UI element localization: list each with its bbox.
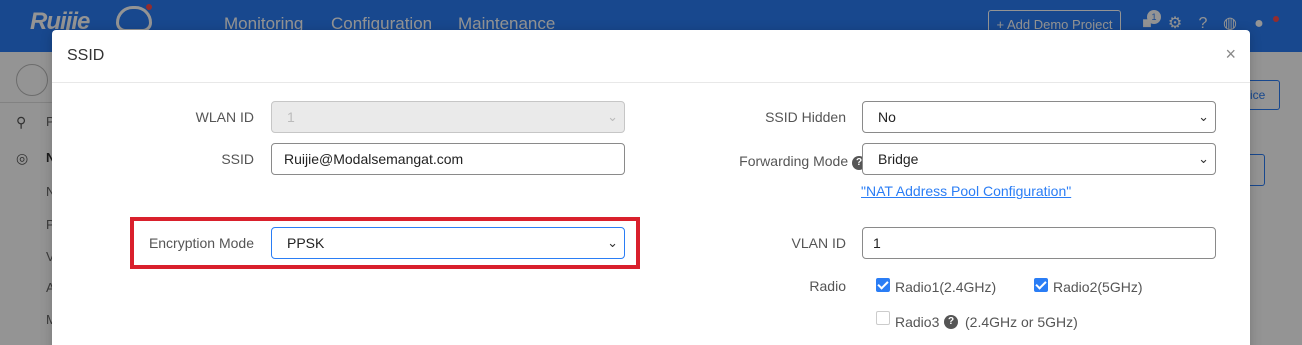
radio3-note: (2.4GHz or 5GHz) xyxy=(965,314,1078,330)
radio1-label: Radio1(2.4GHz) xyxy=(895,279,997,295)
ssid-input[interactable]: Ruijie@Modalsemangat.com xyxy=(271,143,625,175)
ssid-modal: SSID × WLAN ID 1 ⌄ SSID Ruijie@Modalsema… xyxy=(52,30,1250,345)
wlan-id-value: 1 xyxy=(287,109,295,125)
radio3-checkbox[interactable] xyxy=(876,311,890,325)
ssid-hidden-select[interactable]: No ⌄ xyxy=(862,101,1216,133)
forwarding-mode-label: Forwarding Mode ? xyxy=(672,153,866,170)
radio3-help: ? xyxy=(944,312,958,329)
forwarding-mode-select[interactable]: Bridge ⌄ xyxy=(862,143,1216,175)
nat-address-pool-link[interactable]: "NAT Address Pool Configuration" xyxy=(861,183,1071,199)
ssid-hidden-value: No xyxy=(878,109,896,125)
encryption-mode-label: Encryption Mode xyxy=(148,235,254,251)
radio-label: Radio xyxy=(809,278,846,294)
chevron-down-icon: ⌄ xyxy=(607,235,618,250)
wlan-id-select: 1 ⌄ xyxy=(271,101,625,133)
forwarding-mode-text: Forwarding Mode xyxy=(739,153,849,169)
chevron-down-icon: ⌄ xyxy=(607,109,618,124)
forwarding-mode-value: Bridge xyxy=(878,151,919,167)
ssid-hidden-label: SSID Hidden xyxy=(765,109,846,125)
vlan-id-input[interactable]: 1 xyxy=(862,227,1216,259)
modal-title: SSID xyxy=(67,47,105,64)
modal-header: SSID × xyxy=(52,30,1250,83)
chevron-down-icon: ⌄ xyxy=(1198,151,1209,166)
ssid-label: SSID xyxy=(221,151,254,167)
radio3-label: Radio3 xyxy=(895,314,940,330)
close-icon[interactable]: × xyxy=(1225,45,1236,63)
radio2-checkbox[interactable] xyxy=(1034,278,1048,292)
vlan-id-label: VLAN ID xyxy=(791,235,846,251)
chevron-down-icon: ⌄ xyxy=(1198,109,1209,124)
help-icon[interactable]: ? xyxy=(944,315,958,329)
wlan-id-label: WLAN ID xyxy=(195,109,254,125)
radio1-checkbox[interactable] xyxy=(876,278,890,292)
radio2-label: Radio2(5GHz) xyxy=(1053,279,1143,295)
encryption-mode-value: PPSK xyxy=(287,235,325,251)
encryption-mode-select[interactable]: PPSK ⌄ xyxy=(271,227,625,259)
